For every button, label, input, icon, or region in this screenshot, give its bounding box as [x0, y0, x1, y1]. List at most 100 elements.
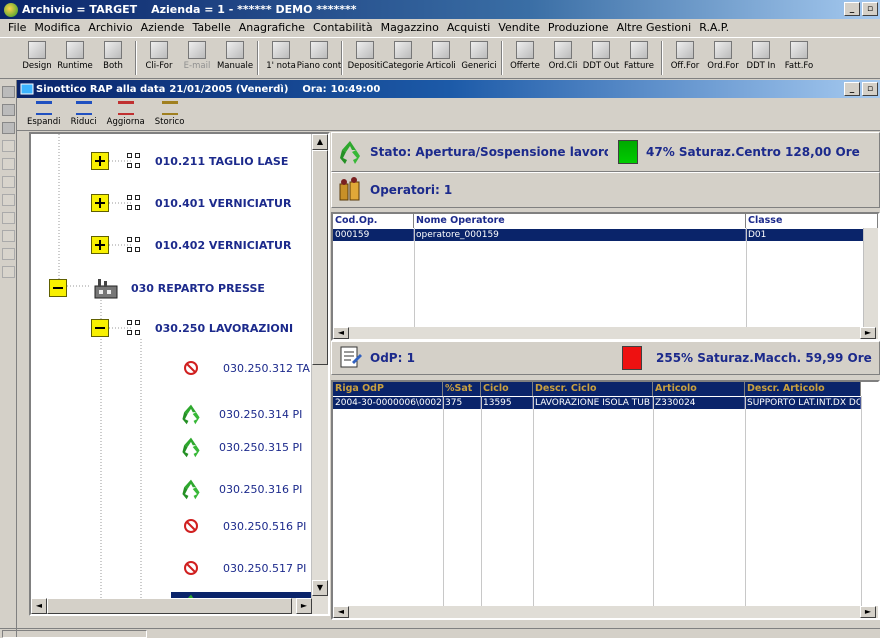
menu-acquisti[interactable]: Acquisti — [443, 21, 495, 34]
toolbar-fatt-fo-button[interactable]: Fatt.Fo — [780, 38, 818, 78]
column-header[interactable]: Cod.Op. — [333, 214, 414, 228]
column-header[interactable]: Ciclo — [481, 382, 533, 396]
odp-grid[interactable]: Riga OdP %Sat Ciclo Descr. Ciclo Articolo Des… — [331, 380, 880, 620]
menu-vendite[interactable]: Vendite — [494, 21, 544, 34]
toolbar-runtime-button[interactable]: Runtime — [56, 38, 94, 78]
menu-r-a-p-[interactable]: R.A.P. — [695, 21, 733, 34]
tree-node[interactable]: 030.250.517 PI — [171, 560, 306, 576]
odp-hscrollbar[interactable]: ◄ ► — [333, 606, 878, 618]
new-record-icon[interactable] — [2, 230, 15, 242]
op-scroll-left-button[interactable]: ◄ — [333, 327, 349, 339]
toolbar-1-nota-button[interactable]: 1' nota — [262, 38, 300, 78]
toolbar-off-for-button[interactable]: Off.For — [666, 38, 704, 78]
odp-scroll-left-button[interactable]: ◄ — [333, 606, 349, 618]
toolbar-both-button[interactable]: Both — [94, 38, 132, 78]
toolbar-generici-button[interactable]: Generici — [460, 38, 498, 78]
expand-toggle-icon[interactable] — [91, 152, 109, 170]
aggiorna-button[interactable]: Aggiorna — [107, 98, 145, 130]
first-record-icon[interactable] — [2, 158, 15, 170]
tree-node[interactable]: 030.250.315 PI — [171, 435, 302, 459]
machine-icon — [127, 152, 141, 170]
mdi-restore-button[interactable]: ▫ — [862, 82, 878, 96]
scroll-left-button[interactable]: ◄ — [31, 598, 47, 614]
collapse-toggle-icon[interactable] — [49, 279, 67, 297]
toolbar-ord-for-button[interactable]: Ord.For — [704, 38, 742, 78]
scroll-up-button[interactable]: ▲ — [312, 134, 328, 150]
rap-tree[interactable]: 010.211 TAGLIO LASE 010.401 VERNICIATUR 01… — [29, 132, 330, 616]
menu-modifica[interactable]: Modifica — [30, 21, 84, 34]
expand-toggle-icon[interactable] — [91, 236, 109, 254]
table-row[interactable]: 2004-30-0000006\0002 375 13595 LAVORAZIONE … — [333, 397, 861, 409]
square-icon[interactable] — [2, 104, 15, 116]
column-header[interactable]: Classe — [746, 214, 878, 228]
prev-record-icon[interactable] — [2, 176, 15, 188]
column-header[interactable]: Descr. Articolo — [745, 382, 861, 396]
mdi-minimize-button[interactable]: _ — [844, 82, 860, 96]
odp-panel: OdP: 1 255% Saturaz.Macch. 59,99 Ore — [331, 341, 880, 375]
undo-icon[interactable] — [2, 248, 15, 260]
tree-node[interactable]: 030 REPARTO PRESSE — [49, 277, 265, 299]
toolbar-fatture-button[interactable]: Fatture — [620, 38, 658, 78]
toolbar-cli-for-button[interactable]: Cli-For — [140, 38, 178, 78]
tree-node[interactable]: 030.250 LAVORAZIONI — [91, 319, 293, 337]
tree-node[interactable]: 030.250.312 TA — [171, 360, 310, 376]
binoculars-icon[interactable] — [2, 140, 15, 152]
minimize-button[interactable]: _ — [844, 2, 860, 16]
menu-tabelle[interactable]: Tabelle — [188, 21, 234, 34]
tree-node[interactable]: 010.402 VERNICIATUR — [91, 236, 291, 254]
column-header[interactable]: Descr. Ciclo — [533, 382, 653, 396]
recycle-icon — [179, 402, 203, 426]
expand-toggle-icon[interactable] — [91, 194, 109, 212]
menu-magazzino[interactable]: Magazzino — [377, 21, 443, 34]
operatori-hscrollbar[interactable]: ◄ ► — [333, 327, 878, 339]
menu-anagrafiche[interactable]: Anagrafiche — [235, 21, 309, 34]
toolbar-articoli-button[interactable]: Articoli — [422, 38, 460, 78]
collapse-toggle-icon[interactable] — [91, 319, 109, 337]
espandi-button[interactable]: Espandi — [27, 98, 61, 130]
menu-archivio[interactable]: Archivio — [84, 21, 136, 34]
toolbar-label: Depositi — [347, 61, 383, 71]
column-header[interactable]: Articolo — [653, 382, 745, 396]
column-header[interactable]: Riga OdP — [333, 382, 443, 396]
last-record-icon[interactable] — [2, 212, 15, 224]
tree-vscrollbar[interactable]: ▲ ▼ — [311, 134, 328, 598]
odp-scroll-right-button[interactable]: ► — [860, 606, 876, 618]
toolbar-depositi-button[interactable]: Depositi — [346, 38, 384, 78]
scroll-right-button[interactable]: ► — [296, 598, 312, 614]
toolbar-e-mail-button[interactable]: E-mail — [178, 38, 216, 78]
toolbar-ddt-in-button[interactable]: DDT In — [742, 38, 780, 78]
menu-aziende[interactable]: Aziende — [137, 21, 189, 34]
hscroll-thumb[interactable] — [47, 598, 292, 614]
tree-hscrollbar[interactable]: ◄ ► — [31, 598, 328, 614]
toolbar-manuale-button[interactable]: Manuale — [216, 38, 254, 78]
edit-icon[interactable] — [2, 266, 15, 278]
tree-node[interactable]: 030.250.316 PI — [171, 477, 302, 501]
tree-node[interactable]: 010.401 VERNICIATUR — [91, 194, 291, 212]
next-record-icon[interactable] — [2, 194, 15, 206]
toolbar-categorie-button[interactable]: Categorie — [382, 38, 424, 78]
toolbar-ddt-out-button[interactable]: DDT Out — [582, 38, 620, 78]
riduci-button[interactable]: Riduci — [71, 98, 97, 130]
menu-contabilit-[interactable]: Contabilità — [309, 21, 377, 34]
toolbar-ord-cli-button[interactable]: Ord.Cli — [544, 38, 582, 78]
scroll-thumb[interactable] — [312, 150, 328, 365]
column-header[interactable]: %Sat — [443, 382, 481, 396]
tree-node[interactable]: 010.211 TAGLIO LASE — [91, 152, 288, 170]
menu-altre-gestioni[interactable]: Altre Gestioni — [613, 21, 696, 34]
restore-button[interactable]: ▫ — [862, 2, 878, 16]
filter-icon[interactable] — [2, 86, 15, 98]
toolbar-offerte-button[interactable]: Offerte — [506, 38, 544, 78]
op-scroll-right-button[interactable]: ► — [860, 327, 876, 339]
menu-produzione[interactable]: Produzione — [544, 21, 613, 34]
operatori-grid[interactable]: Cod.Op. Nome Operatore Classe 000159 operat… — [331, 212, 880, 341]
scroll-down-button[interactable]: ▼ — [312, 580, 328, 596]
toolbar-design-button[interactable]: Design — [18, 38, 56, 78]
toolbar-piano-cont-button[interactable]: Piano cont — [297, 38, 341, 78]
tree-node[interactable]: 030.250.516 PI — [171, 518, 306, 534]
printer-icon[interactable] — [2, 122, 15, 134]
column-header[interactable]: Nome Operatore — [414, 214, 746, 228]
operatori-vscrollbar[interactable] — [863, 228, 878, 327]
storico-button[interactable]: Storico — [155, 98, 184, 130]
tree-node[interactable]: 030.250.314 PI — [171, 402, 302, 426]
menu-file[interactable]: File — [4, 21, 30, 34]
